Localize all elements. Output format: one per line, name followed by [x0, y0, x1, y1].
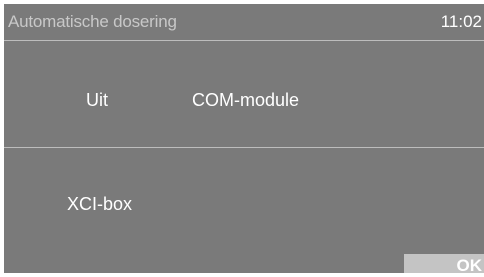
option-row: Uit COM-module — [4, 41, 484, 148]
page-title: Automatische dosering — [8, 12, 177, 31]
option-row: XCI-box — [4, 148, 484, 254]
option-uit[interactable]: Uit — [86, 90, 108, 111]
bottom-bar: OK — [4, 254, 484, 273]
title-bar: Automatische dosering 11:02 — [4, 4, 484, 41]
option-com-module[interactable]: COM-module — [192, 90, 299, 111]
display-screen: Automatische dosering 11:02 Uit COM-modu… — [4, 4, 484, 273]
option-xci-box[interactable]: XCI-box — [67, 194, 132, 215]
ok-button[interactable]: OK — [404, 254, 484, 273]
clock: 11:02 — [440, 12, 482, 31]
